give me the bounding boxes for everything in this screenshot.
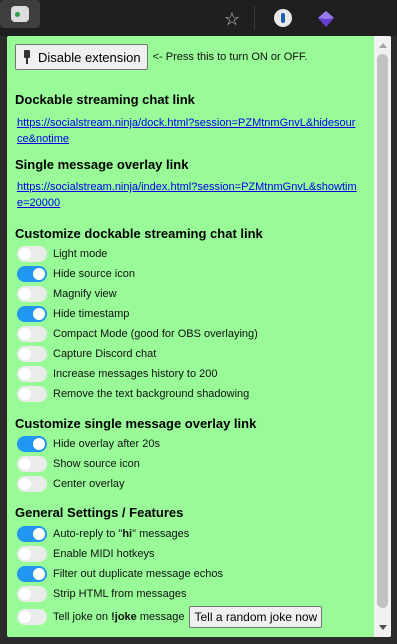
dock-link[interactable]: https://socialstream.ninja/dock.html?ses… (17, 115, 357, 147)
star-plus-icon[interactable]: ☆ (222, 9, 242, 29)
toggle-switch[interactable] (17, 326, 47, 342)
setting-label: Capture Discord chat (53, 348, 157, 360)
general-settings-title: General Settings / Features (15, 505, 184, 520)
strip-label: Strip HTML from messages (53, 588, 187, 600)
toggle-switch[interactable] (17, 346, 47, 362)
toggle-knob (19, 368, 31, 380)
dock-settings-title: Customize dockable streaming chat link (15, 226, 263, 241)
toggle-switch[interactable] (17, 386, 47, 402)
scroll-thumb[interactable] (377, 54, 388, 608)
setting-row: Magnify view (17, 285, 117, 303)
filter-label: Filter out duplicate message echos (53, 568, 223, 580)
setting-row: Show source icon (17, 455, 140, 473)
toggle-knob (19, 288, 31, 300)
browser-toolbar: ☆ (0, 0, 397, 36)
setting-row: Remove the text background shadowing (17, 385, 249, 403)
scroll-down-arrow-icon[interactable] (379, 625, 387, 630)
dock-link-title: Dockable streaming chat link (15, 92, 195, 107)
toggle-switch[interactable] (17, 456, 47, 472)
toggle-knob (19, 328, 31, 340)
toggle-switch[interactable] (17, 286, 47, 302)
toggle-switch[interactable] (17, 246, 47, 262)
toggle-knob (33, 568, 45, 580)
overlay-link-title: Single message overlay link (15, 157, 189, 172)
setting-label: Center overlay (53, 478, 125, 490)
overlay-link[interactable]: https://socialstream.ninja/index.html?se… (17, 179, 357, 211)
setting-label: Hide timestamp (53, 308, 130, 320)
midi-toggle[interactable] (17, 546, 47, 562)
gem-extension-icon[interactable] (316, 9, 336, 29)
setting-row: Compact Mode (good for OBS overlaying) (17, 325, 258, 343)
disable-extension-button[interactable]: Disable extension (15, 44, 148, 70)
setting-strip: Strip HTML from messages (17, 585, 186, 603)
random-joke-button[interactable]: Tell a random joke now (189, 606, 323, 628)
strip-toggle[interactable] (17, 586, 47, 602)
setting-label: Increase messages history to 200 (53, 368, 218, 380)
setting-row: Center overlay (17, 475, 125, 493)
setting-row: Increase messages history to 200 (17, 365, 217, 383)
joke-toggle[interactable] (17, 609, 47, 625)
toggle-knob (33, 268, 45, 280)
toggle-knob (19, 588, 31, 600)
scrollbar[interactable] (374, 36, 391, 637)
setting-label: Remove the text background shadowing (53, 388, 250, 400)
setting-autoreply: Auto-reply to "hi" messages (17, 525, 189, 543)
toggle-knob (19, 478, 31, 490)
toggle-knob (19, 548, 31, 560)
password-manager-icon[interactable] (274, 9, 294, 29)
toggle-knob (19, 611, 31, 623)
plug-icon (22, 50, 32, 64)
scroll-up-arrow-icon[interactable] (379, 43, 387, 48)
extension-popup: Disable extension <- Press this to turn … (7, 36, 391, 637)
toggle-extension-row: Disable extension <- Press this to turn … (15, 44, 308, 70)
toggle-switch[interactable] (17, 306, 47, 322)
setting-joke: Tell joke on !joke message Tell a random… (17, 605, 323, 629)
toggle-knob (33, 528, 45, 540)
setting-row: Capture Discord chat (17, 345, 156, 363)
setting-label: Light mode (53, 248, 108, 260)
setting-filter: Filter out duplicate message echos (17, 565, 223, 583)
toggle-switch[interactable] (17, 366, 47, 382)
toggle-knob (19, 388, 31, 400)
setting-label: Show source icon (53, 458, 140, 470)
setting-label: Hide source icon (53, 268, 135, 280)
joke-label: Tell joke on !joke message (53, 611, 185, 623)
setting-row: Hide timestamp (17, 305, 129, 323)
midi-label: Enable MIDI hotkeys (53, 548, 155, 560)
filter-toggle[interactable] (17, 566, 47, 582)
setting-row: Hide overlay after 20s (17, 435, 160, 453)
autoreply-label: Auto-reply to "hi" messages (53, 528, 190, 540)
setting-row: Light mode (17, 245, 107, 263)
toggle-knob (19, 458, 31, 470)
toggle-knob (33, 308, 45, 320)
toggle-hint: <- Press this to turn ON or OFF. (152, 51, 308, 63)
toolbar-divider (254, 6, 255, 30)
socialstream-extension-icon[interactable] (0, 0, 40, 28)
setting-label: Hide overlay after 20s (53, 438, 160, 450)
overlay-settings-title: Customize single message overlay link (15, 416, 257, 431)
setting-label: Compact Mode (good for OBS overlaying) (53, 328, 258, 340)
toggle-knob (19, 248, 31, 260)
setting-midi: Enable MIDI hotkeys (17, 545, 155, 563)
toggle-switch[interactable] (17, 476, 47, 492)
toggle-knob (19, 348, 31, 360)
toggle-switch[interactable] (17, 266, 47, 282)
toggle-knob (33, 438, 45, 450)
setting-row: Hide source icon (17, 265, 135, 283)
autoreply-toggle[interactable] (17, 526, 47, 542)
toggle-switch[interactable] (17, 436, 47, 452)
disable-extension-label: Disable extension (38, 49, 141, 65)
setting-label: Magnify view (53, 288, 117, 300)
